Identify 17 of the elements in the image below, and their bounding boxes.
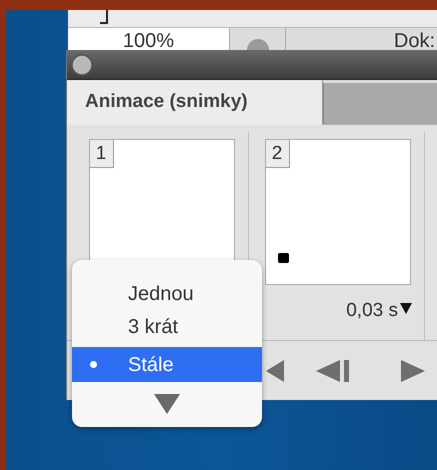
frame-cell[interactable]: 2 0,03 s [251, 132, 425, 340]
bullet-icon [90, 361, 97, 368]
panel-tab[interactable]: Animace (snimky) [67, 80, 323, 125]
scroll-down-icon[interactable] [154, 394, 180, 414]
frame-number: 2 [266, 140, 290, 168]
frame-number: 1 [90, 140, 114, 168]
dropdown-arrow-icon [400, 302, 412, 314]
menu-item[interactable]: Stále [72, 347, 262, 382]
previous-frame-icon[interactable] [266, 360, 284, 382]
frame-delay-dropdown[interactable]: 0,03 s [346, 300, 412, 322]
pixel-mark [278, 253, 288, 263]
document-label: Dok: [392, 29, 436, 50]
step-back-icon[interactable] [316, 360, 352, 382]
zoom-field[interactable]: 100% [68, 28, 230, 50]
ruler-mark-icon [100, 10, 108, 24]
play-icon[interactable] [401, 360, 425, 382]
close-icon[interactable] [71, 54, 93, 76]
